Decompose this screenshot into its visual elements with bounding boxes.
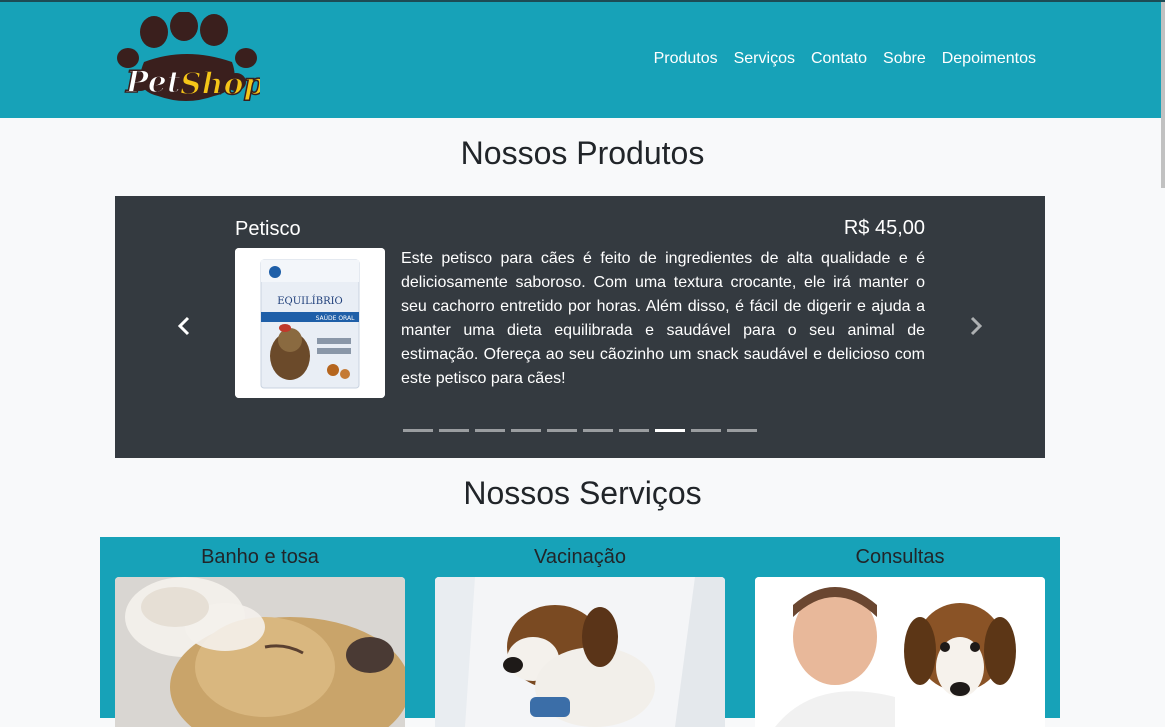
- pet-shop-logo[interactable]: Pet Shop: [114, 11, 265, 108]
- products-carousel: Petisco R$ 45,00 EQUILÍBRIO SAÚDE ORAL E…: [115, 196, 1045, 458]
- chevron-right-icon: [970, 316, 983, 336]
- carousel-indicator[interactable]: [439, 429, 469, 432]
- carousel-indicators: [403, 429, 757, 432]
- product-description: Este petisco para cães é feito de ingred…: [401, 250, 925, 387]
- carousel-indicator[interactable]: [511, 429, 541, 432]
- chevron-left-icon: [177, 316, 190, 336]
- carousel-indicator[interactable]: [583, 429, 613, 432]
- services-section: Banho e tosa Vacinação Consultas: [100, 537, 1060, 727]
- nav-link-sobre[interactable]: Sobre: [883, 50, 926, 68]
- service-title: Consultas: [855, 546, 945, 568]
- product-name: Petisco: [235, 218, 301, 240]
- carousel-indicator[interactable]: [655, 429, 685, 432]
- carousel-indicator[interactable]: [547, 429, 577, 432]
- carousel-indicator[interactable]: [691, 429, 721, 432]
- carousel-indicator[interactable]: [475, 429, 505, 432]
- carousel-next-button[interactable]: [963, 314, 987, 338]
- nav-link-depoimentos[interactable]: Depoimentos: [942, 50, 1036, 68]
- carousel-indicator[interactable]: [619, 429, 649, 432]
- logo-text-pet: Pet: [125, 65, 181, 100]
- nav-link-servicos[interactable]: Serviços: [734, 50, 795, 68]
- carousel-indicator[interactable]: [727, 429, 757, 432]
- products-title: Nossos Produtos: [460, 135, 705, 171]
- product-image: EQUILÍBRIO SAÚDE ORAL: [235, 248, 385, 398]
- carousel-prev-button[interactable]: [173, 314, 197, 338]
- logo-text-shop: Shop: [180, 67, 260, 102]
- nav-link-contato[interactable]: Contato: [811, 50, 867, 68]
- package-label: SAÚDE ORAL: [316, 315, 355, 322]
- service-title: Banho e tosa: [201, 546, 319, 568]
- service-image-consultation: [755, 577, 1045, 727]
- product-price: R$ 45,00: [843, 217, 925, 239]
- package-brand: EQUILÍBRIO: [277, 295, 343, 307]
- service-title: Vacinação: [534, 546, 626, 568]
- service-image-bath: [115, 577, 405, 727]
- service-image-vaccination: [435, 577, 725, 727]
- navbar: Pet Shop Produtos Serviços Contato Sobre…: [0, 2, 1165, 118]
- carousel-indicator[interactable]: [403, 429, 433, 432]
- nav-link-produtos[interactable]: Produtos: [654, 50, 718, 68]
- main-nav: Produtos Serviços Contato Sobre Depoimen…: [654, 50, 1036, 68]
- services-title: Nossos Serviços: [463, 475, 702, 511]
